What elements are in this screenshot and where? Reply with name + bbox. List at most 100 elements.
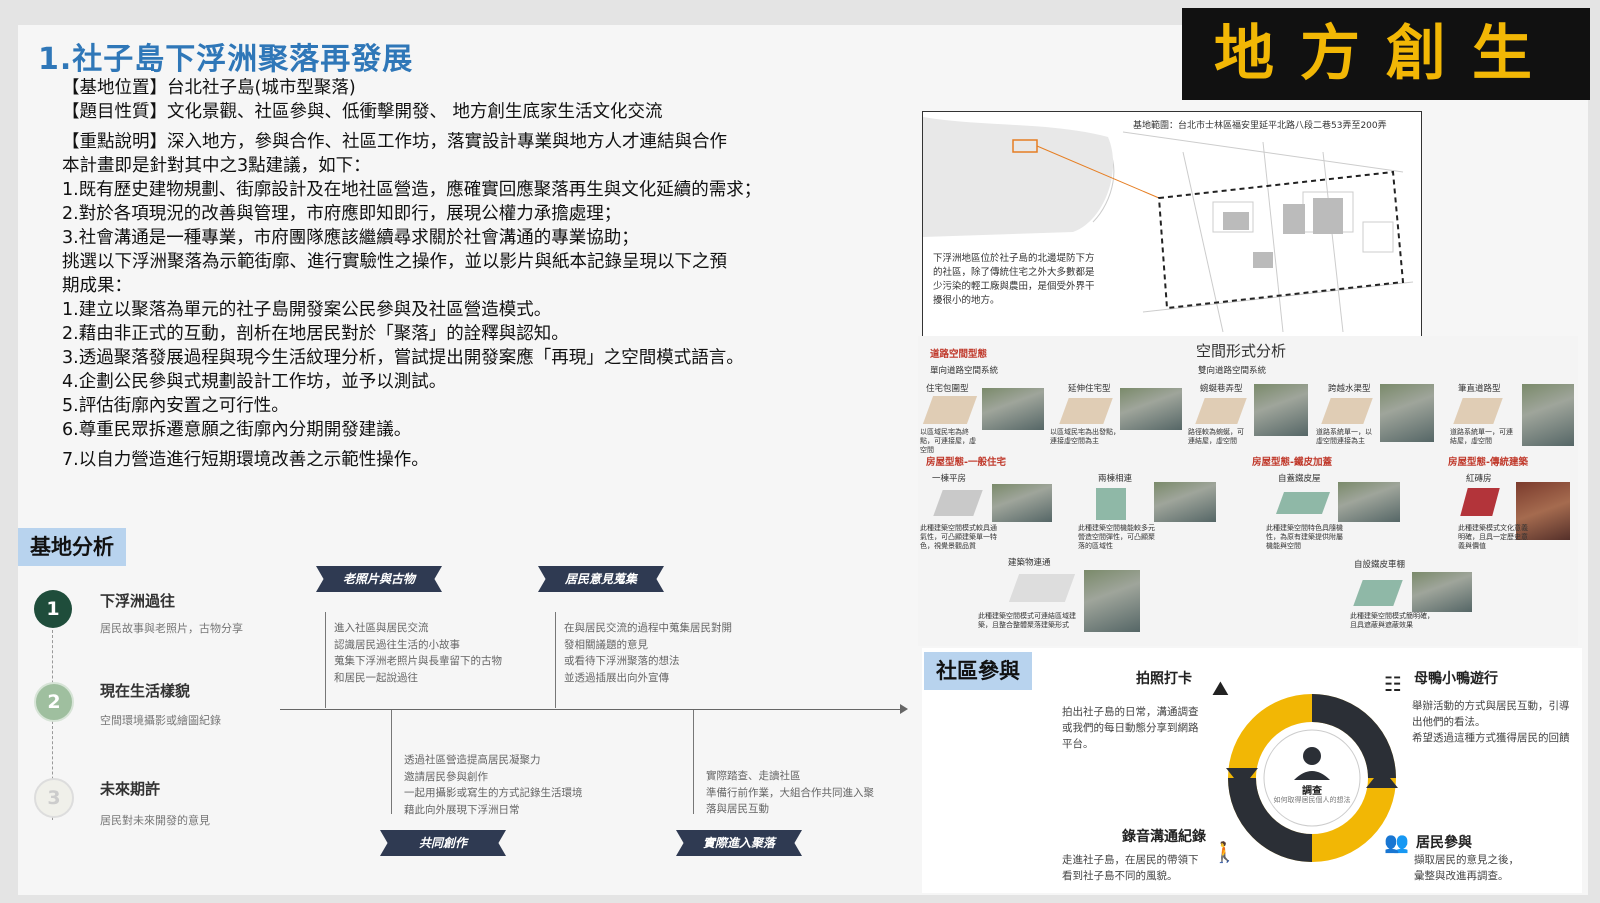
road-diagram [1059, 398, 1113, 424]
house-diagram [1096, 488, 1126, 520]
timeline-tag: 實際進入聚落 [676, 830, 802, 856]
cycle-center-label: 調查 [1302, 786, 1322, 797]
community-text-line: 擷取居民的意見之後， [1414, 854, 1519, 866]
road-type-name: 筆直道路型 [1458, 384, 1501, 394]
timeline-text-line: 在與居民交流的過程中蒐集居民對開 [564, 622, 732, 634]
intro-line: 【題目性質】文化景觀、社區參與、低衝擊開發、 地方創生底家生活文化交流 [62, 102, 663, 122]
timeline-text-line: 邀請居民參與創作 [404, 770, 488, 783]
community-item-title: 錄音溝通紀錄 [1122, 829, 1206, 845]
intro-text: 【基地位置】台北社子島(城市型聚落) 【題目性質】文化景觀、社區參與、低衝擊開發… [62, 76, 912, 472]
road-diagram [922, 396, 978, 424]
map-caption: 下浮洲地區位於社子島的北邊堤防下方的社區，除了傳統住宅之外大多數都是少污染的輕工… [933, 253, 1095, 306]
road-type-note: 道路系統單一，以虛空間連接為主 [1316, 428, 1372, 445]
community-text-line: 希望透過這種方式獲得居民的回饋 [1412, 732, 1570, 744]
site-map: 基地範圍：台北市士林區福安里延平北路八段二巷53弄至200弄 下浮洲地區位於社子… [922, 111, 1422, 337]
road-type-note: 路徑較為蜿蜒，可連結屋，虛空間 [1188, 428, 1244, 445]
house-diagram [933, 490, 983, 516]
road-photo [1254, 384, 1308, 436]
house-photo [992, 484, 1052, 522]
community-text-line: 看到社子島不同的風貌。 [1062, 870, 1178, 882]
page: 地方創生 1.社子島下浮洲聚落再發展 【基地位置】台北社子島(城市型聚落) 【題… [0, 0, 1600, 903]
road-heading: 道路空間型態 [930, 349, 988, 360]
intro-line: 7.以自力營造進行短期環境改善之示範性操作。 [62, 450, 429, 470]
community-text-line: 平台。 [1062, 738, 1094, 750]
timeline-tag: 居民意見蒐集 [538, 566, 664, 592]
survey-person-icon [1303, 747, 1321, 765]
house-heading-2: 房屋型態-鐵皮加蓋 [1252, 457, 1332, 468]
timeline-text-line: 落與居民互動 [706, 803, 769, 815]
timeline-text-line: 和居民一起說過往 [334, 671, 418, 684]
timeline-axis [280, 709, 902, 710]
parade-icon: ☷ [1384, 672, 1402, 696]
community-text-line: 出他們的看法。 [1412, 716, 1486, 728]
road-diagram [1453, 398, 1503, 424]
community-item-text: 擷取居民的意見之後， 彙整與改進再調查。 [1414, 852, 1519, 884]
community-label: 社區參與 [924, 652, 1032, 690]
house-type-name: 紅磚房 [1466, 474, 1492, 484]
step-circle-2: 2 [34, 682, 74, 722]
timeline-text-block: 透過社區營造提高居民凝聚力 邀請居民參與創作 一起用攝影或寫生的方式記錄生活環境… [404, 752, 583, 818]
house-type-note: 此種建築空間模式較具通氣性，可凸顯建築單一特色，視覺景觀品質 [920, 524, 997, 550]
intro-line: 3.社會溝通是一種專業，市府團隊應該繼續尋求關於社會溝通的專業協助； [62, 228, 639, 248]
step-circle-3: 3 [34, 778, 74, 818]
step-title: 未來期許 [100, 780, 161, 798]
intro-line: 5.評估街廓內安置之可行性。 [62, 396, 289, 416]
road-photo [1380, 384, 1434, 442]
community-cycle-diagram [1226, 694, 1398, 862]
house-diagram [1460, 488, 1500, 516]
intro-line: 3.透過聚落發展過程與現今生活紋理分析，嘗試提出開發案應「再現」之空間模式語言。 [62, 348, 744, 368]
timeline-tick [325, 612, 326, 708]
base-analysis-label: 基地分析 [18, 528, 126, 566]
timeline-tick [391, 710, 392, 814]
intro-line: 1.既有歷史建物規劃、街廓設計及在地社區營造，應確實回應聚落再生與文化延續的需求… [62, 180, 762, 200]
road-photo [982, 388, 1044, 430]
house-photo [1154, 482, 1216, 522]
intro-line: 2.對於各項現況的改善與管理，市府應即知即行，展現公權力承擔處理； [62, 204, 622, 224]
spatial-title: 空間形式分析 [1196, 342, 1287, 360]
road-type-name: 蜿蜒巷弄型 [1200, 384, 1243, 394]
intro-line: 1.建立以聚落為單元的社子島開發案公民參與及社區營造模式。 [62, 300, 552, 320]
timeline-text-line: 藉此向外展現下浮洲日常 [404, 803, 520, 816]
step-circle-1: 1 [34, 590, 72, 628]
community-text-line: 走進社子島，在居民的帶領下 [1062, 854, 1199, 866]
step-title: 下浮洲過往 [100, 592, 176, 610]
community-text-line: 拍出社子島的日常，溝通調查 [1062, 706, 1199, 718]
house-diagram [1008, 574, 1076, 602]
house-type-note: 此種建築空間模式簡明確，且具遮蔽與遮蔽效果 [1350, 612, 1434, 629]
house-heading-1: 房屋型態-一般住宅 [926, 457, 1006, 468]
intro-line: 【重點說明】深入地方，參與合作、社區工作坊，落實設計專業與地方人才連結與合作 [62, 132, 727, 152]
intro-line: 挑選以下浮洲聚落為示範街廓、進行實驗性之操作，並以影片與紙本記錄呈現以下之預 [62, 252, 727, 272]
timeline-text-line: 準備行前作業，大組合作共同進入聚 [706, 786, 874, 799]
house-heading-3: 房屋型態-傳統建築 [1448, 457, 1528, 468]
intro-line: 期成果： [62, 276, 132, 296]
hiker-icon: ⛰ [1212, 676, 1229, 700]
house-photo [1084, 570, 1140, 632]
community-text-line: 彙整與改進再調查。 [1414, 870, 1509, 882]
road-type-note: 道路系統單一，可連結屋，虛空間 [1450, 428, 1513, 445]
house-type-name: 兩棟相連 [1098, 474, 1133, 484]
community-text-line: 舉辦活動的方式與居民互動，引導 [1412, 700, 1570, 712]
road-sub-2: 雙向道路空間系統 [1198, 366, 1267, 376]
walker-icon: 🚶 [1212, 840, 1237, 864]
road-sub-1: 單向道路空間系統 [930, 366, 999, 376]
road-type-note: 以區域民宅為出發點，連接虛空間為主 [1050, 428, 1120, 445]
road-diagram [1195, 398, 1247, 424]
timeline-text-line: 一起用攝影或寫生的方式記錄生活環境 [404, 787, 583, 799]
intro-line: 2.藉由非正式的互動，剖析在地居民對於「聚落」的詮釋與認知。 [62, 324, 569, 344]
community-text-line: 或我們的每日動態分享到網路 [1062, 722, 1199, 734]
road-photo [1120, 388, 1182, 430]
community-item-text: 舉辦活動的方式與居民互動，引導 出他們的看法。 希望透過這種方式獲得居民的回饋 [1412, 698, 1570, 746]
intro-line: 本計畫即是針對其中之3點建議，如下： [62, 156, 371, 176]
map-title: 基地範圍：台北市士林區福安里延平北路八段二巷53弄至200弄 [1133, 121, 1387, 131]
step-subtitle: 空間環境攝影或繪圖紀錄 [100, 714, 221, 727]
group-icon: 👥 [1384, 830, 1409, 854]
step-subtitle: 居民對未來開發的意見 [100, 814, 210, 827]
house-type-note: 此種建築空間機能較多元營造空間彈性，可凸顯聚落的區域性 [1078, 524, 1155, 550]
community-item-text: 拍出社子島的日常，溝通調查 或我們的每日動態分享到網路 平台。 [1062, 704, 1199, 752]
timeline-text-line: 並透過插展出向外宣傳 [564, 671, 669, 684]
spatial-analysis: 空間形式分析 道路空間型態 單向道路空間系統 雙向道路空間系統 住宅包圍型 以區… [918, 336, 1578, 646]
page-title: 1.社子島下浮洲聚落再發展 [38, 42, 414, 77]
banner: 地方創生 [1182, 8, 1590, 100]
timeline-arrow-icon [900, 704, 908, 714]
house-type-name: 自蓋鐵皮屋 [1278, 474, 1321, 484]
